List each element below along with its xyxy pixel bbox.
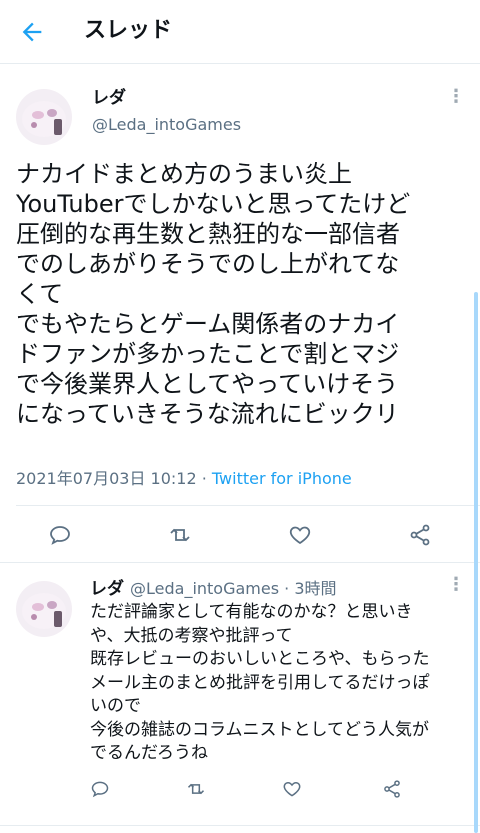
tweet-actions — [0, 515, 480, 555]
tweet-meta: 2021年07月03日 10:12 · Twitter for iPhone — [16, 465, 352, 489]
more-vertical-icon[interactable]: ⋮ — [446, 573, 466, 597]
scrollbar[interactable] — [474, 292, 478, 833]
avatar[interactable] — [16, 89, 72, 145]
back-arrow-icon[interactable] — [18, 18, 48, 46]
page-title: スレッド — [84, 18, 173, 43]
author-name[interactable]: レダ — [92, 83, 126, 108]
divider — [16, 505, 480, 506]
reply-time[interactable]: 3時間 — [294, 579, 336, 598]
author-name[interactable]: レダ — [90, 574, 124, 599]
header-bar: スレッド — [0, 0, 480, 64]
tweet-text: ナカイドまとめ方のうまい炎上 YouTuberでしかないと思ってたけど 圧倒的な… — [16, 160, 411, 428]
more-vertical-icon[interactable]: ⋮ — [446, 85, 466, 109]
author-handle[interactable]: @Leda_intoGames — [92, 115, 241, 134]
reply-tweet[interactable]: レダ @Leda_intoGames · 3時間 ⋮ ただ評論家として有能なのか… — [0, 563, 480, 833]
tweet-timestamp[interactable]: 2021年07月03日 10:12 — [16, 469, 197, 488]
tweet-source[interactable]: Twitter for iPhone — [212, 469, 352, 488]
avatar[interactable] — [16, 581, 72, 637]
reply-handle[interactable]: @Leda_intoGames — [130, 579, 279, 598]
reply-actions — [0, 769, 480, 809]
heart-icon[interactable] — [280, 515, 320, 555]
heart-icon[interactable] — [272, 769, 312, 809]
share-icon[interactable] — [400, 515, 440, 555]
retweet-icon[interactable] — [176, 769, 216, 809]
reply-text: ただ評論家として有能なのかな？と思いき や、大抵の考察や批評って 既存レビューの… — [90, 602, 430, 763]
meta-separator: · — [284, 579, 290, 598]
main-tweet: レダ @Leda_intoGames ⋮ ナカイドまとめ方のうまい炎上 YouT… — [0, 65, 480, 560]
divider — [0, 825, 480, 826]
reply-icon[interactable] — [80, 769, 120, 809]
meta-separator: · — [201, 469, 207, 488]
retweet-icon[interactable] — [160, 515, 200, 555]
author-handle: @Leda_intoGames · 3時間 — [130, 575, 337, 599]
share-icon[interactable] — [372, 769, 412, 809]
reply-icon[interactable] — [40, 515, 80, 555]
